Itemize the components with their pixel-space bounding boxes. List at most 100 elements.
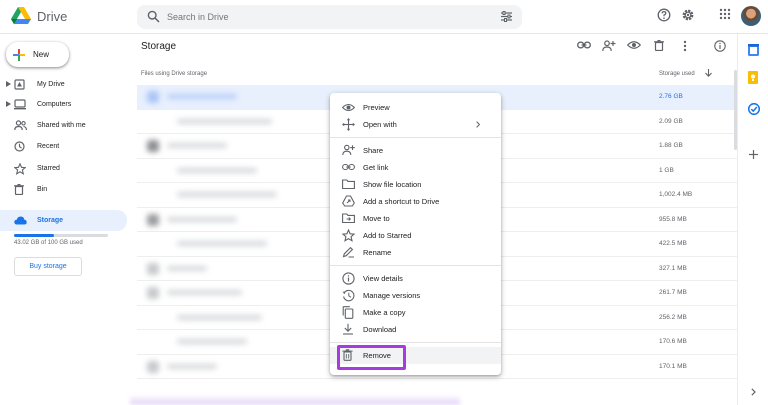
settings-icon[interactable]	[681, 8, 695, 22]
file-name-blurred	[147, 114, 282, 130]
info-icon[interactable]	[714, 40, 726, 52]
calendar-icon[interactable]	[748, 44, 759, 56]
chevron-right-icon[interactable]	[751, 388, 756, 396]
file-size: 170.6 MB	[659, 338, 687, 345]
move-arrows-icon	[342, 118, 355, 131]
storage-usage-text: 43.02 GB of 100 GB used	[14, 240, 83, 246]
file-size: 256.2 MB	[659, 313, 687, 321]
eye-icon	[342, 103, 355, 112]
file-name-blurred	[147, 163, 282, 179]
menu-item-show-file-location[interactable]: Show file location	[330, 176, 501, 193]
sidebar: New My Drive Computers Shared with me Re…	[0, 34, 137, 405]
file-name-blurred	[147, 261, 282, 277]
drive-logo[interactable]: Drive	[11, 7, 67, 25]
menu-item-label: Preview	[363, 103, 390, 112]
file-name-blurred	[147, 359, 282, 375]
new-button[interactable]: New	[6, 42, 69, 67]
menu-item-preview[interactable]: Preview	[330, 99, 501, 116]
file-size: 170.1 MB	[659, 362, 687, 370]
menu-item-label: Rename	[363, 248, 392, 257]
menu-item-view-details[interactable]: View details	[330, 270, 501, 287]
sidebar-item-label: My Drive	[37, 81, 65, 88]
add-addon-icon[interactable]	[749, 150, 758, 159]
context-menu: Preview Open with Share Get link Show fi…	[330, 93, 501, 375]
chevron-right-icon	[476, 121, 480, 128]
file-size: 1 GB	[659, 166, 674, 174]
menu-item-share[interactable]: Share	[330, 142, 501, 159]
trash-icon	[14, 184, 24, 195]
sidebar-item-starred[interactable]: Starred	[0, 158, 127, 179]
menu-item-add-shortcut[interactable]: Add a shortcut to Drive	[330, 193, 501, 210]
search-options-icon[interactable]	[500, 10, 513, 23]
menu-item-rename[interactable]: Rename	[330, 244, 501, 261]
sidebar-item-bin[interactable]: Bin	[0, 179, 127, 200]
menu-item-label: Make a copy	[363, 308, 406, 317]
buy-storage-button[interactable]: Buy storage	[14, 257, 82, 276]
history-icon	[342, 289, 355, 302]
file-name-blurred	[147, 334, 282, 350]
menu-item-get-link[interactable]: Get link	[330, 159, 501, 176]
file-size: 1.88 GB	[659, 142, 683, 149]
file-size: 955.8 MB	[659, 215, 687, 223]
more-vertical-icon[interactable]	[683, 40, 687, 52]
menu-item-label: Show file location	[363, 180, 422, 189]
tasks-icon[interactable]	[748, 103, 760, 115]
pencil-icon	[342, 246, 354, 258]
menu-item-label: Add a shortcut to Drive	[363, 197, 440, 206]
menu-item-make-a-copy[interactable]: Make a copy	[330, 304, 501, 321]
link-icon[interactable]	[577, 40, 591, 50]
sidebar-item-label: Recent	[37, 143, 60, 150]
sidebar-item-storage[interactable]: Storage	[0, 210, 127, 231]
people-icon	[14, 120, 27, 131]
drive-logo-icon	[11, 7, 31, 24]
menu-item-add-to-starred[interactable]: Add to Starred	[330, 227, 501, 244]
menu-item-download[interactable]: Download	[330, 321, 501, 338]
file-name-blurred	[147, 236, 282, 252]
plus-icon	[13, 48, 25, 61]
sidebar-item-label: Computers	[37, 101, 72, 108]
file-name-blurred	[147, 138, 282, 154]
file-name-blurred	[147, 187, 282, 203]
share-icon[interactable]	[602, 40, 616, 52]
menu-item-label: Share	[363, 146, 384, 155]
sidebar-item-computers[interactable]: Computers	[0, 94, 127, 115]
trash-icon[interactable]	[654, 40, 664, 51]
expand-caret-icon[interactable]	[6, 101, 11, 107]
keep-icon[interactable]	[748, 71, 758, 84]
sidebar-item-shared-with-me[interactable]: Shared with me	[0, 115, 127, 136]
star-icon	[14, 163, 26, 175]
menu-item-manage-versions[interactable]: Manage versions	[330, 287, 501, 304]
menu-item-label: Get link	[363, 163, 389, 172]
menu-item-move-to[interactable]: Move to	[330, 210, 501, 227]
sidebar-item-label: Shared with me	[37, 122, 86, 129]
sidebar-item-label: Starred	[37, 165, 60, 172]
menu-item-label: Manage versions	[363, 291, 421, 300]
sidebar-item-my-drive[interactable]: My Drive	[0, 74, 127, 95]
search-icon[interactable]	[147, 10, 160, 23]
info-icon	[342, 272, 355, 285]
share-person-icon	[342, 144, 355, 156]
apps-grid-icon[interactable]	[719, 8, 731, 20]
sidebar-item-recent[interactable]: Recent	[0, 136, 127, 157]
file-name-blurred	[147, 89, 282, 105]
menu-item-label: Move to	[363, 214, 390, 223]
sidebar-item-label: Storage	[37, 217, 64, 224]
sort-arrow-down-icon[interactable]	[705, 69, 712, 77]
help-icon[interactable]	[657, 8, 671, 22]
file-size: 2.09 GB	[659, 117, 683, 125]
search-input[interactable]	[167, 10, 487, 24]
file-size: 261.7 MB	[659, 289, 687, 296]
new-button-label: New	[33, 50, 50, 59]
menu-item-label: Download	[363, 325, 397, 334]
storage-used-column-header[interactable]: Storage used	[659, 71, 695, 77]
menu-item-open-with[interactable]: Open with	[330, 116, 501, 133]
avatar[interactable]	[741, 6, 761, 26]
menu-item-label: Add to Starred	[363, 231, 412, 240]
top-bar: Drive	[0, 0, 768, 34]
menu-item-label: Open with	[363, 120, 397, 129]
star-icon	[342, 229, 355, 242]
menu-divider	[330, 342, 501, 343]
search-bar[interactable]	[137, 5, 522, 29]
expand-caret-icon[interactable]	[6, 81, 11, 87]
preview-eye-icon[interactable]	[627, 40, 641, 50]
